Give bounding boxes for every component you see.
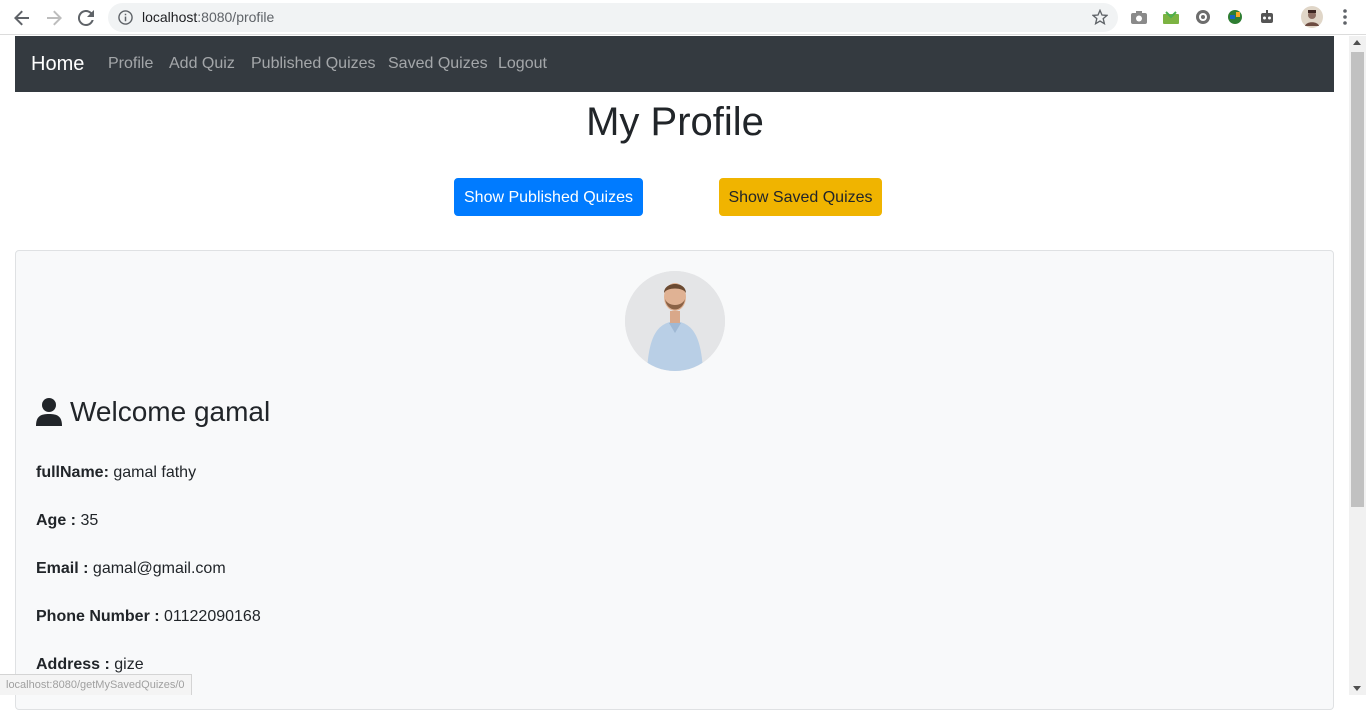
inbox-extension-icon[interactable] xyxy=(1162,8,1180,26)
camera-extension-icon[interactable] xyxy=(1130,8,1148,26)
url-path: :8080/profile xyxy=(197,9,275,25)
address-label: Address : xyxy=(36,656,110,673)
fullname-field: fullName: gamal fathy xyxy=(36,464,196,482)
user-icon xyxy=(36,398,62,426)
status-bar-link-preview: localhost:8080/getMySavedQuizes/0 xyxy=(0,674,192,695)
nav-link-published-quizes[interactable]: Published Quizes xyxy=(251,55,376,73)
phone-label: Phone Number : xyxy=(36,608,160,625)
show-saved-quizes-button[interactable]: Show Saved Quizes xyxy=(719,178,882,216)
email-field: Email : gamal@gmail.com xyxy=(36,560,226,578)
page-scrollbar[interactable] xyxy=(1349,36,1366,695)
fullname-value: gamal fathy xyxy=(113,464,197,481)
url-text: localhost:8080/profile xyxy=(142,9,274,25)
nav-link-add-quiz[interactable]: Add Quiz xyxy=(169,55,235,73)
email-label: Email : xyxy=(36,560,89,577)
reload-icon[interactable] xyxy=(76,8,96,28)
scroll-up-arrow-icon[interactable] xyxy=(1353,40,1361,45)
age-value: 35 xyxy=(80,512,99,529)
nav-link-logout[interactable]: Logout xyxy=(498,55,547,73)
address-bar[interactable]: localhost:8080/profile xyxy=(108,3,1118,32)
back-arrow-icon[interactable] xyxy=(12,8,32,28)
email-value: gamal@gmail.com xyxy=(92,560,226,577)
page-title: My Profile xyxy=(586,100,764,144)
profile-card: Welcome gamal fullName: gamal fathy Age … xyxy=(15,250,1334,710)
main-navbar: Home Profile Add Quiz Published Quizes S… xyxy=(15,36,1334,92)
show-published-quizes-button[interactable]: Show Published Quizes xyxy=(454,178,643,216)
globe-extension-icon[interactable] xyxy=(1194,8,1212,26)
address-field: Address : gize xyxy=(36,656,144,674)
forward-arrow-icon[interactable] xyxy=(44,8,64,28)
age-field: Age : 35 xyxy=(36,512,98,530)
address-value: gize xyxy=(114,656,144,673)
bookmark-star-icon[interactable] xyxy=(1091,8,1109,26)
welcome-text: Welcome gamal xyxy=(70,396,271,427)
url-host: localhost xyxy=(142,9,198,25)
browser-toolbar: localhost:8080/profile xyxy=(0,0,1366,35)
scroll-down-arrow-icon[interactable] xyxy=(1353,686,1361,691)
scrollbar-thumb[interactable] xyxy=(1351,52,1364,507)
welcome-heading: Welcome gamal xyxy=(36,396,270,428)
profile-avatar-icon[interactable] xyxy=(1301,6,1323,28)
menu-dots-icon[interactable] xyxy=(1336,8,1354,26)
profile-avatar xyxy=(625,271,725,371)
phone-value: 01122090168 xyxy=(164,608,261,625)
nav-link-saved-quizes[interactable]: Saved Quizes xyxy=(388,55,488,73)
fullname-label: fullName: xyxy=(36,464,109,481)
world-extension-icon[interactable] xyxy=(1226,8,1244,26)
nav-link-profile[interactable]: Profile xyxy=(108,55,153,73)
robot-extension-icon[interactable] xyxy=(1258,8,1276,26)
phone-field: Phone Number : 01122090168 xyxy=(36,608,261,626)
info-icon[interactable] xyxy=(118,10,133,25)
nav-home-brand[interactable]: Home xyxy=(31,53,84,76)
age-label: Age : xyxy=(36,512,76,529)
